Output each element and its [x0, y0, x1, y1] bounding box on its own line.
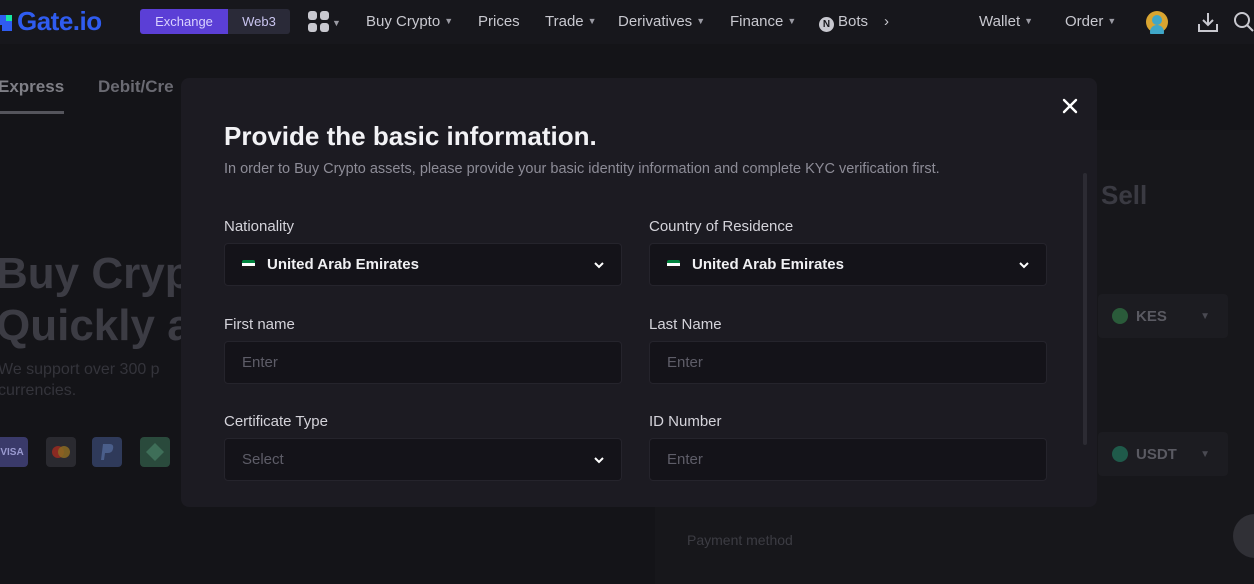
first-name-input[interactable]: Enter	[224, 341, 622, 384]
nav-bots-label: Bots	[838, 13, 869, 30]
hero-line-2: Quickly a	[0, 301, 192, 350]
id-number-placeholder: Enter	[667, 451, 703, 468]
nav-derivatives-label: Derivatives	[618, 13, 693, 30]
nav-buy-crypto-label: Buy Crypto	[366, 13, 441, 30]
last-name-label: Last Name	[649, 316, 722, 333]
visa-icon: VISA	[0, 437, 28, 467]
chevron-down-icon: ▼	[1200, 448, 1210, 460]
bots-icon: N	[819, 17, 834, 32]
sell-tab[interactable]: Sell	[1101, 180, 1147, 211]
nav-order-label: Order	[1065, 13, 1104, 30]
close-icon[interactable]	[1059, 95, 1081, 117]
web3-toggle[interactable]: Web3	[228, 9, 290, 34]
payment-method-label: Payment method	[687, 532, 793, 548]
last-name-placeholder: Enter	[667, 354, 703, 371]
nav-prices[interactable]: Prices	[478, 13, 520, 30]
certificate-type-label: Certificate Type	[224, 413, 328, 430]
crypto-currency-label: USDT	[1136, 445, 1177, 463]
usdt-icon	[1112, 446, 1128, 462]
avatar-icon	[1146, 11, 1168, 39]
paypal-icon	[92, 437, 122, 467]
nav-finance[interactable]: Finance ▼	[730, 13, 796, 30]
nationality-select[interactable]: United Arab Emirates	[224, 243, 622, 286]
download-icon[interactable]	[1196, 10, 1220, 34]
mastercard-icon	[46, 437, 76, 467]
chevron-down-icon	[1019, 262, 1029, 269]
nav-derivatives[interactable]: Derivatives ▼	[618, 13, 705, 30]
caret-down-icon: ▼	[1024, 16, 1034, 26]
nav-trade[interactable]: Trade ▼	[545, 13, 597, 30]
nav-more-chevron-icon[interactable]: ›	[884, 13, 889, 30]
residence-value: United Arab Emirates	[692, 256, 844, 273]
nav-buy-crypto[interactable]: Buy Crypto ▼	[366, 13, 453, 30]
logo-icon	[0, 14, 12, 31]
hero-line-1: Buy Cryp	[0, 249, 192, 298]
gate-logo[interactable]: Gate.io	[0, 6, 102, 37]
nav-wallet-label: Wallet	[979, 13, 1021, 30]
modal-description: In order to Buy Crypto assets, please pr…	[224, 161, 940, 177]
nationality-value: United Arab Emirates	[267, 256, 419, 273]
chevron-down-icon	[594, 457, 604, 464]
search-icon[interactable]	[1232, 10, 1254, 34]
residence-select[interactable]: United Arab Emirates	[649, 243, 1047, 286]
nav-finance-label: Finance	[730, 13, 784, 30]
diamond-pay-icon	[140, 437, 170, 467]
certificate-type-placeholder: Select	[242, 451, 284, 468]
tab-debit-credit[interactable]: Debit/Cre	[98, 77, 174, 97]
tab-active-indicator	[0, 111, 64, 114]
logo-text: Gate.io	[17, 6, 102, 36]
last-name-input[interactable]: Enter	[649, 341, 1047, 384]
nationality-label: Nationality	[224, 218, 295, 235]
fiat-currency-label: KES	[1136, 307, 1167, 325]
hero-subtitle: We support over 300 p currencies.	[0, 359, 160, 401]
exchange-toggle[interactable]: Exchange	[140, 9, 228, 34]
first-name-placeholder: Enter	[242, 354, 278, 371]
uae-flag-icon	[242, 260, 255, 269]
id-number-label: ID Number	[649, 413, 722, 430]
first-name-label: First name	[224, 316, 295, 333]
fiat-currency-select[interactable]: KES ▼	[1098, 294, 1228, 338]
nav-prices-label: Prices	[478, 13, 520, 30]
caret-down-icon: ▼	[1107, 16, 1117, 26]
chevron-down-icon: ▼	[1200, 310, 1210, 322]
apps-menu-icon[interactable]	[308, 11, 330, 33]
hero-sub-line-1: We support over 300 p	[0, 361, 160, 378]
kes-flag-icon	[1112, 308, 1128, 324]
certificate-type-select[interactable]: Select	[224, 438, 622, 481]
hero-title: Buy Cryp Quickly a	[0, 248, 192, 352]
caret-down-icon: ▼	[696, 16, 706, 26]
crypto-currency-select[interactable]: USDT ▼	[1098, 432, 1228, 476]
modal-title: Provide the basic information.	[224, 121, 597, 151]
nav-bots[interactable]: N Bots	[819, 13, 868, 32]
user-avatar[interactable]	[1145, 10, 1169, 39]
caret-down-icon: ▼	[787, 16, 797, 26]
chevron-down-icon	[594, 262, 604, 269]
caret-down-icon: ▼	[444, 16, 454, 26]
residence-label: Country of Residence	[649, 218, 794, 235]
tab-express[interactable]: Express	[0, 77, 64, 97]
hero-sub-line-2: currencies.	[0, 382, 77, 399]
modal-scrollbar[interactable]	[1083, 173, 1087, 445]
uae-flag-icon	[667, 260, 680, 269]
id-number-input[interactable]: Enter	[649, 438, 1047, 481]
nav-order[interactable]: Order ▼	[1065, 13, 1116, 30]
kyc-modal: Provide the basic information. In order …	[181, 78, 1097, 507]
top-nav: Gate.io Exchange Web3 ▼ Buy Crypto ▼ Pric…	[0, 0, 1254, 44]
nav-trade-label: Trade	[545, 13, 584, 30]
apps-caret-icon[interactable]: ▼	[332, 15, 341, 32]
nav-wallet[interactable]: Wallet ▼	[979, 13, 1033, 30]
caret-down-icon: ▼	[587, 16, 597, 26]
